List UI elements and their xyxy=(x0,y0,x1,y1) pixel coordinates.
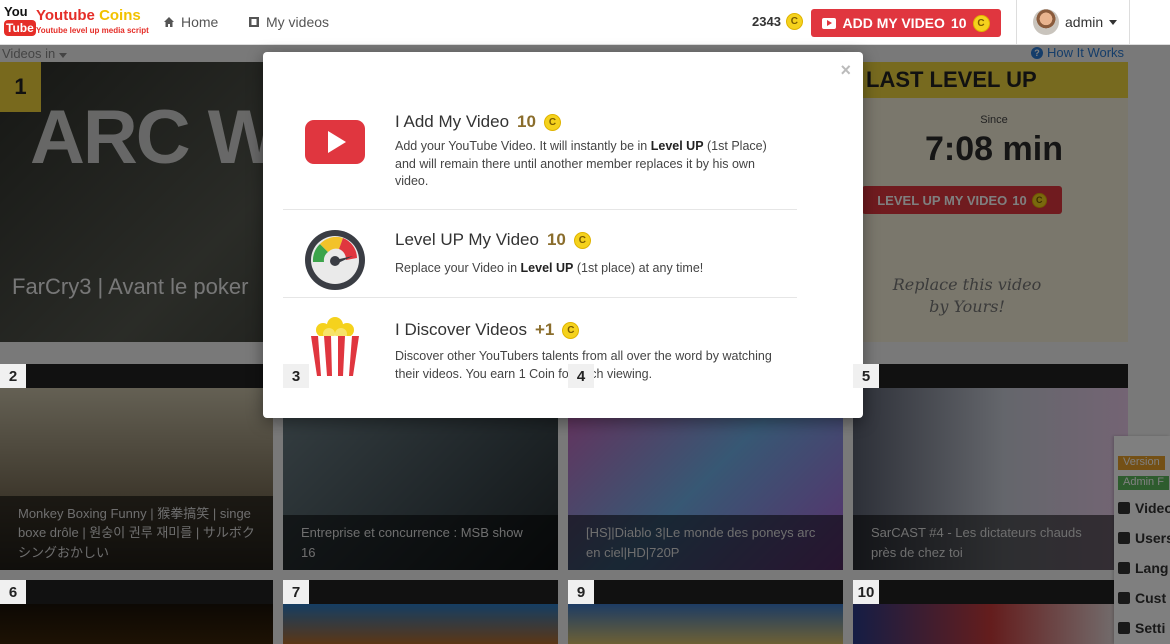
coin-icon: C xyxy=(785,13,803,30)
modal-item-title: Level UP My Video 10 C xyxy=(395,230,591,250)
coin-balance: 2343 C xyxy=(752,13,803,30)
how-it-works-modal: × I Add My Video 10 C Add your YouTube V… xyxy=(263,52,863,418)
logo-you: You xyxy=(4,4,28,19)
item-title: I Add My Video xyxy=(395,112,510,131)
speedometer-icon xyxy=(305,230,365,290)
nav-home[interactable]: Home xyxy=(163,14,218,30)
modal-item-title: I Add My Video 10 C xyxy=(395,112,561,132)
add-btn-label: ADD MY VIDEO xyxy=(842,15,945,31)
avatar xyxy=(1033,9,1059,35)
modal-item-add-video: I Add My Video 10 C Add your YouTube Vid… xyxy=(283,92,797,210)
film-icon xyxy=(249,17,259,27)
modal-item-level-up: Level UP My Video 10 C Replace your Vide… xyxy=(283,210,797,298)
desc-text: Replace your Video in xyxy=(395,261,521,275)
thumb-rank: 3 xyxy=(283,364,309,388)
coin-icon: C xyxy=(562,321,580,339)
modal-item-title: I Discover Videos +1 C xyxy=(395,320,580,340)
logo-title-coins: Coins xyxy=(99,7,141,24)
logo-title: Youtube Coins xyxy=(36,7,141,24)
item-amount: 10 xyxy=(517,112,536,131)
thumb-rank: 4 xyxy=(568,364,594,388)
logo[interactable]: You Tube Youtube Coins Youtube level up … xyxy=(4,4,150,40)
coin-icon: C xyxy=(573,231,591,249)
user-name: admin xyxy=(1065,14,1104,30)
thumb-rank: 9 xyxy=(568,580,594,604)
thumb-rank: 7 xyxy=(283,580,309,604)
coin-icon: C xyxy=(543,113,561,131)
add-my-video-button[interactable]: ADD MY VIDEO 10 C xyxy=(811,9,1001,37)
item-amount: +1 xyxy=(534,320,555,339)
nav-home-label: Home xyxy=(181,14,219,30)
popcorn-icon xyxy=(311,317,359,376)
nav-my-videos-label: My videos xyxy=(266,14,330,30)
item-description: Replace your Video in Level UP (1st plac… xyxy=(395,260,775,278)
desc-text: (1st place) at any time! xyxy=(573,261,704,275)
add-btn-cost: 10 xyxy=(950,15,967,31)
item-title: I Discover Videos xyxy=(395,320,527,339)
caret-down-icon xyxy=(1109,19,1118,25)
balance-value: 2343 xyxy=(752,14,781,29)
item-amount: 10 xyxy=(546,230,566,249)
desc-strong: Level UP xyxy=(520,261,574,275)
thumb-rank: 2 xyxy=(0,364,26,388)
nav-my-videos[interactable]: My videos xyxy=(248,14,329,30)
coin-icon: C xyxy=(972,14,990,32)
thumb-rank: 6 xyxy=(0,580,26,604)
desc-strong: Level UP xyxy=(650,139,704,153)
logo-tube: Tube xyxy=(4,20,36,36)
close-icon[interactable]: × xyxy=(840,60,851,81)
desc-text: Add your YouTube Video. It will instantl… xyxy=(395,139,651,153)
home-icon xyxy=(164,17,174,27)
thumb-rank: 10 xyxy=(853,580,879,604)
youtube-play-icon xyxy=(305,120,365,164)
item-title: Level UP My Video xyxy=(395,230,539,249)
thumb-rank: 5 xyxy=(853,364,879,388)
youtube-icon xyxy=(822,17,837,29)
logo-title-main: Youtube xyxy=(36,7,95,24)
user-menu[interactable]: admin xyxy=(1016,0,1130,44)
logo-tagline: Youtube level up media script xyxy=(36,26,149,35)
navbar: You Tube Youtube Coins Youtube level up … xyxy=(0,0,1170,45)
item-description: Add your YouTube Video. It will instantl… xyxy=(395,138,775,191)
modal-item-discover: I Discover Videos +1 C Discover other Yo… xyxy=(283,298,797,398)
